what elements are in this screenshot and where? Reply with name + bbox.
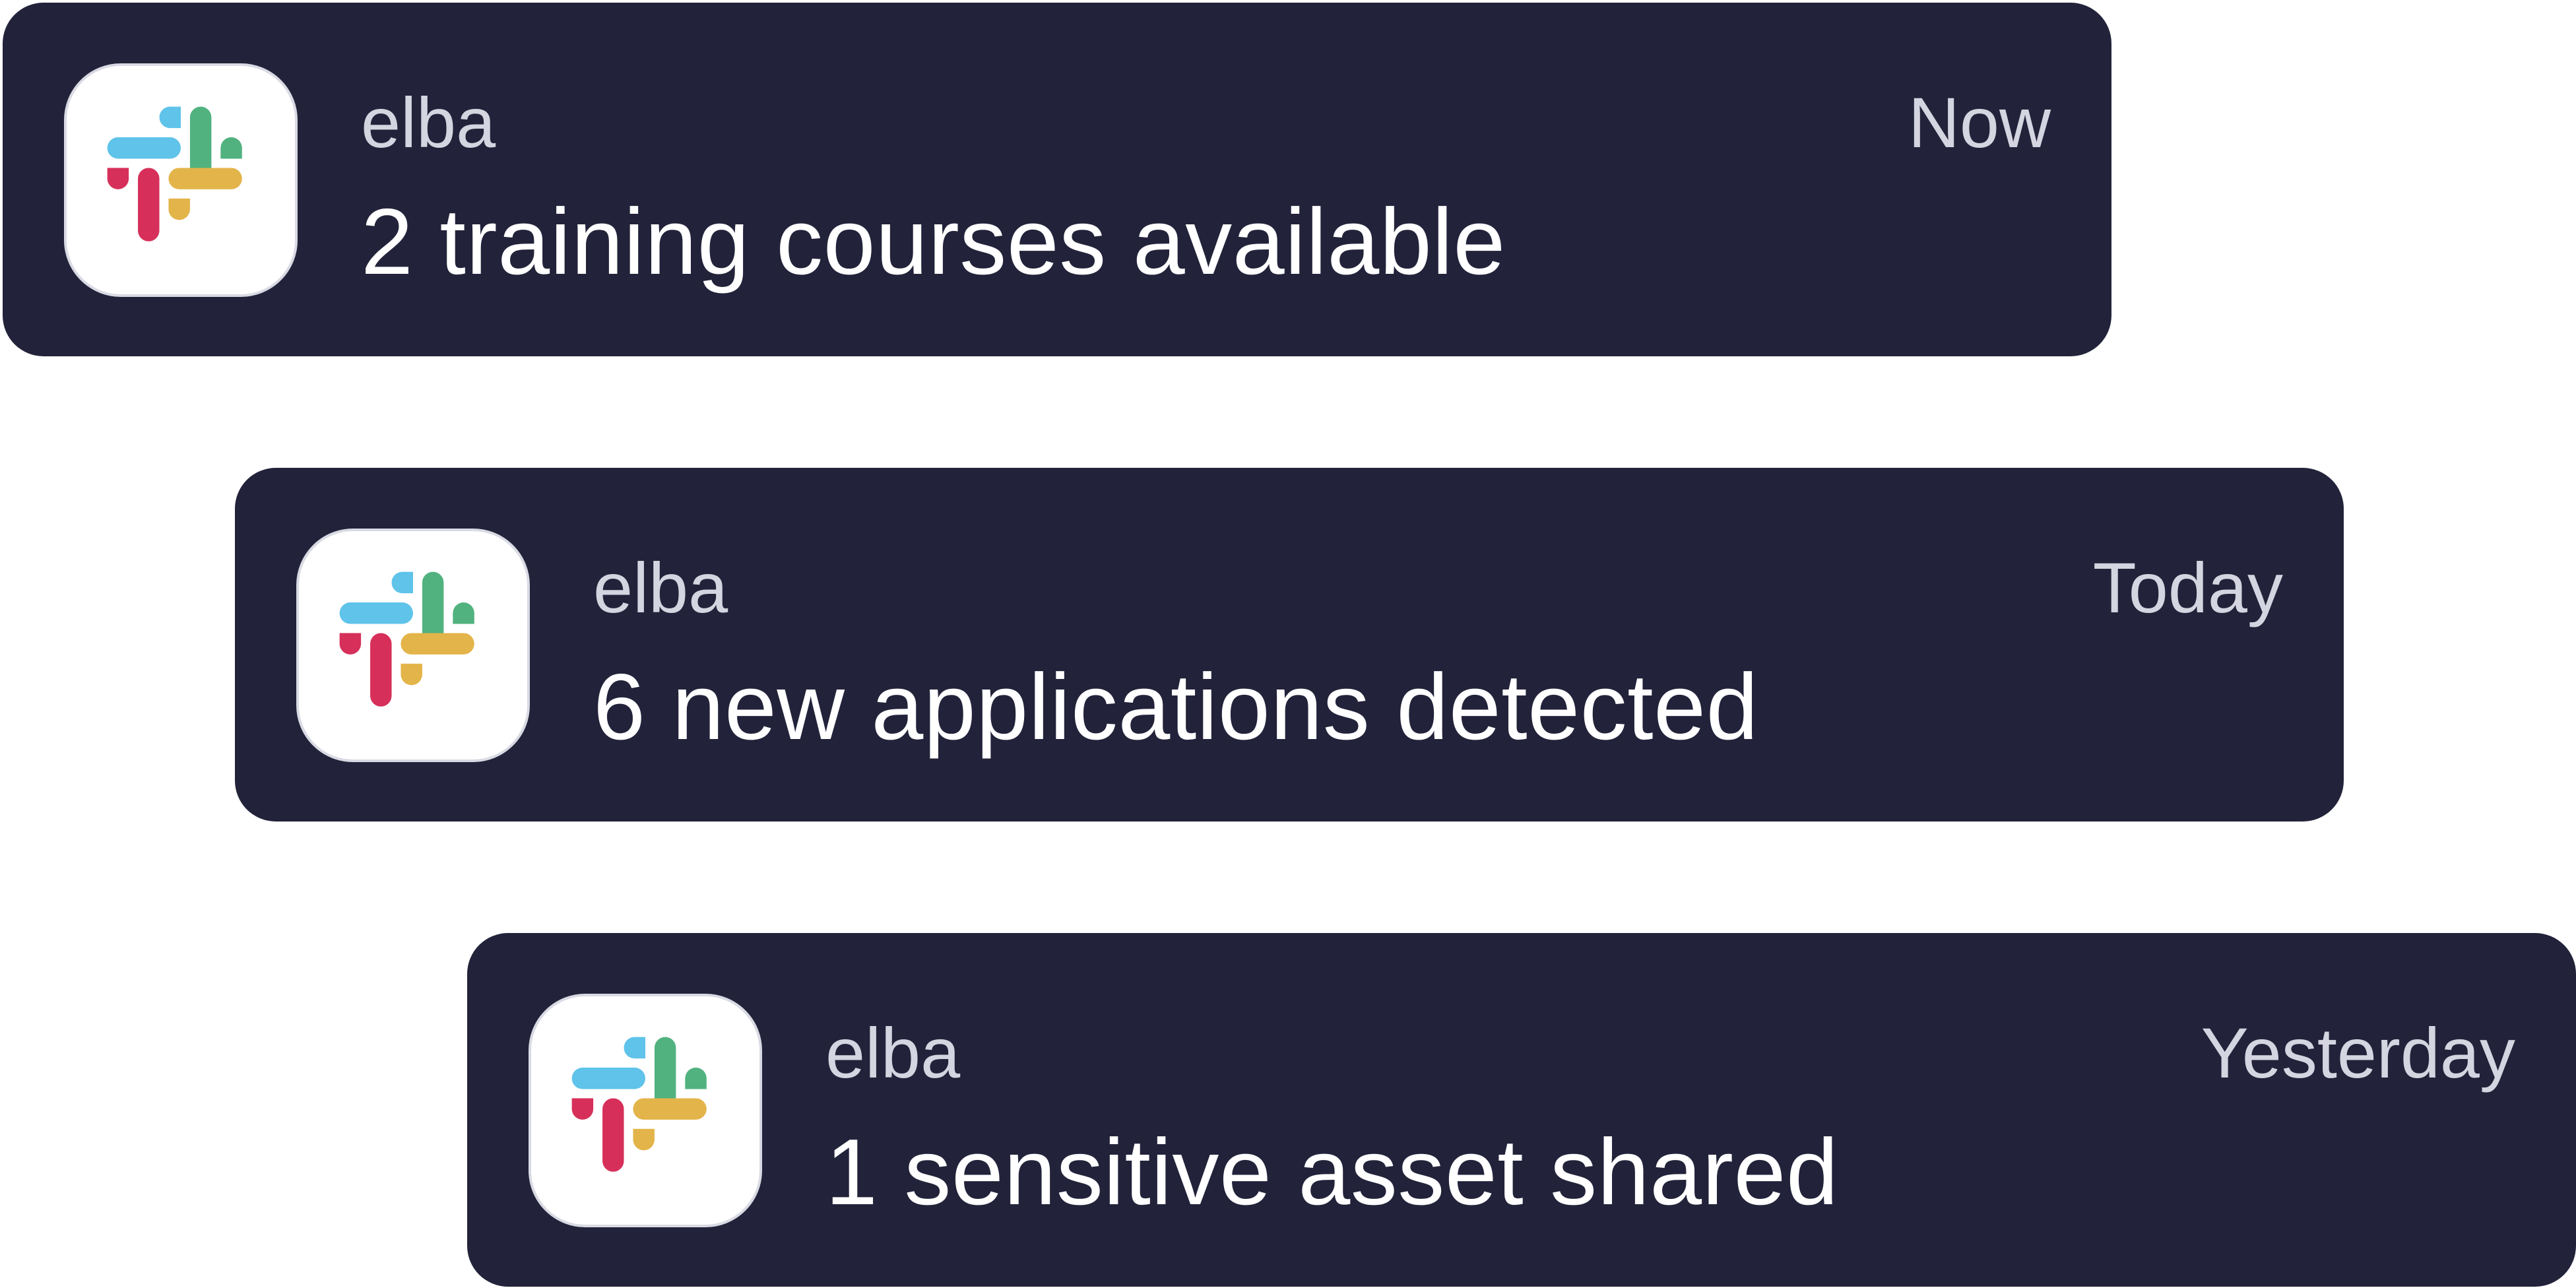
notification-time: Now — [1908, 82, 2051, 162]
app-name: elba — [361, 82, 496, 162]
notification-message: 6 new applications detected — [593, 655, 1759, 759]
notification-time: Today — [2092, 548, 2283, 628]
slack-logo-icon — [64, 63, 298, 297]
slack-logo-icon — [296, 529, 530, 762]
notification-message: 2 training courses available — [361, 189, 1506, 294]
notification-message: 1 sensitive asset shared — [825, 1120, 1839, 1225]
app-name: elba — [825, 1013, 961, 1093]
app-name: elba — [593, 548, 728, 628]
notification-card[interactable]: elba Yesterday 1 sensitive asset shared — [467, 933, 2576, 1287]
notification-time: Yesterday — [2201, 1013, 2515, 1093]
notification-card[interactable]: elba Now 2 training courses available — [3, 3, 2111, 356]
notification-card[interactable]: elba Today 6 new applications detected — [235, 468, 2344, 821]
slack-logo-icon — [529, 994, 762, 1227]
